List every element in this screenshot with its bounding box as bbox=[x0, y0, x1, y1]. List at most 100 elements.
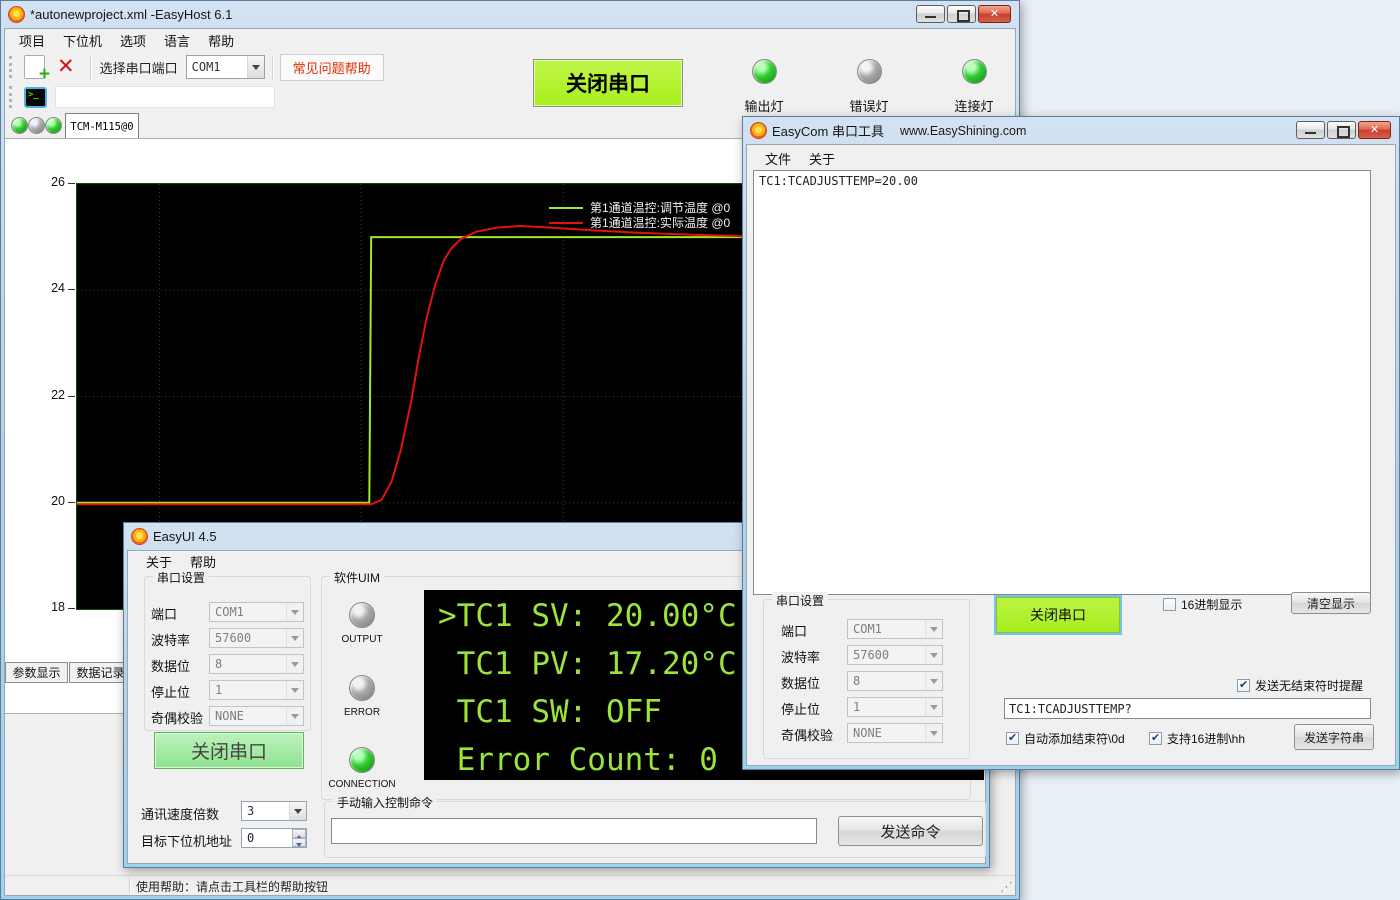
chevron-down-icon bbox=[286, 603, 303, 621]
close-button[interactable] bbox=[1358, 121, 1391, 139]
hex-display-label: 16进制显示 bbox=[1181, 596, 1242, 613]
baud-select[interactable]: 57600 bbox=[847, 645, 943, 665]
menu-language[interactable]: 语言 bbox=[155, 29, 199, 52]
software-uim-title: 软件UIM bbox=[330, 569, 384, 586]
app-sun-icon bbox=[751, 123, 766, 138]
hex-display-checkbox[interactable]: 16进制显示 bbox=[1163, 596, 1242, 613]
checkbox-box-icon bbox=[1163, 598, 1176, 611]
toolbar-grip-icon[interactable] bbox=[9, 86, 14, 108]
legend-label: 第1通道温控:实际温度 @0 bbox=[590, 214, 730, 231]
delete-icon[interactable]: ✕ bbox=[57, 55, 75, 79]
close-serial-port-button[interactable]: 关闭串口 bbox=[533, 59, 683, 107]
legend-line-swatch bbox=[549, 207, 583, 209]
spin-down-icon[interactable] bbox=[292, 838, 306, 847]
close-serial-port-button[interactable]: 关闭串口 bbox=[154, 732, 304, 769]
tab-parameter-display[interactable]: 参数显示 bbox=[5, 662, 68, 683]
manual-command-input[interactable] bbox=[331, 818, 817, 844]
easyhost-titlebar[interactable]: *autonewproject.xml -EasyHost 6.1 bbox=[1, 1, 1019, 28]
databits-select[interactable]: 8 bbox=[847, 671, 943, 691]
port-value: COM1 bbox=[853, 622, 882, 636]
parity-label: 奇偶校验 bbox=[781, 725, 833, 744]
baud-select[interactable]: 57600 bbox=[209, 628, 304, 648]
parity-select[interactable]: NONE bbox=[209, 706, 304, 726]
tab-led-icon bbox=[45, 117, 62, 134]
chevron-down-icon bbox=[925, 646, 942, 664]
resize-grip-icon[interactable] bbox=[1000, 879, 1013, 895]
databits-value: 8 bbox=[853, 674, 860, 688]
comm-speed-select[interactable]: 3 bbox=[241, 801, 307, 821]
menu-about[interactable]: 关于 bbox=[800, 147, 844, 170]
clear-display-button[interactable]: 清空显示 bbox=[1291, 592, 1371, 614]
tab-led-icon bbox=[28, 117, 45, 134]
send-string-input[interactable] bbox=[1004, 698, 1371, 719]
chevron-down-icon bbox=[286, 655, 303, 673]
easycom-window: EasyCom 串口工具 www.EasyShining.com 文件 关于 T… bbox=[742, 116, 1400, 770]
y-tick-mark bbox=[68, 289, 75, 290]
y-tick-mark bbox=[68, 502, 75, 503]
terminal-icon[interactable] bbox=[24, 87, 47, 108]
secondary-toolbar bbox=[5, 84, 405, 110]
menu-help[interactable]: 帮助 bbox=[199, 29, 243, 52]
y-tick-label: 22 bbox=[29, 388, 65, 402]
y-tick-label: 18 bbox=[29, 600, 65, 614]
stopbits-select[interactable]: 1 bbox=[209, 680, 304, 700]
maximize-button[interactable] bbox=[1327, 121, 1356, 139]
y-tick-label: 24 bbox=[29, 281, 65, 295]
hex-support-checkbox[interactable]: 支持16进制\hh bbox=[1149, 730, 1245, 747]
menu-options[interactable]: 选项 bbox=[111, 29, 155, 52]
target-address-stepper[interactable]: 0 bbox=[241, 828, 307, 848]
y-tick-mark bbox=[68, 608, 75, 609]
stopbits-label: 停止位 bbox=[151, 682, 190, 701]
chevron-down-icon bbox=[925, 672, 942, 690]
remind-no-terminator-checkbox[interactable]: 发送无结束符时提醒 bbox=[1237, 677, 1363, 694]
stopbits-select[interactable]: 1 bbox=[847, 697, 943, 717]
serial-log-textarea[interactable]: TC1:TCADJUSTTEMP=20.00 bbox=[753, 170, 1371, 595]
legend-item: 第1通道温控:调节温度 @0 bbox=[549, 200, 730, 215]
toolbar-grip-icon[interactable] bbox=[9, 56, 14, 78]
com-port-select[interactable]: COM1 bbox=[186, 55, 265, 79]
faq-help-button[interactable]: 常见问题帮助 bbox=[280, 54, 384, 81]
checkbox-box-icon bbox=[1149, 732, 1162, 745]
menu-file[interactable]: 文件 bbox=[756, 147, 800, 170]
y-tick-label: 26 bbox=[29, 175, 65, 189]
menu-slave[interactable]: 下位机 bbox=[54, 29, 111, 52]
databits-value: 8 bbox=[215, 657, 222, 671]
comm-speed-label: 通讯速度倍数 bbox=[141, 804, 219, 823]
minimize-button[interactable] bbox=[1296, 121, 1325, 139]
chevron-down-icon bbox=[286, 681, 303, 699]
port-select[interactable]: COM1 bbox=[847, 619, 943, 639]
com-port-value: COM1 bbox=[192, 60, 221, 74]
y-tick-mark bbox=[68, 396, 75, 397]
baud-value: 57600 bbox=[853, 648, 889, 662]
spin-up-icon[interactable] bbox=[292, 829, 306, 838]
send-string-button[interactable]: 发送字符串 bbox=[1294, 724, 1374, 750]
auto-terminator-label: 自动添加结束符\0d bbox=[1024, 730, 1125, 747]
close-serial-port-button[interactable]: 关闭串口 bbox=[994, 595, 1122, 635]
legend-line-swatch bbox=[549, 222, 583, 224]
output-led-icon bbox=[349, 602, 375, 628]
databits-select[interactable]: 8 bbox=[209, 654, 304, 674]
connect-light-label: 连接灯 bbox=[936, 96, 1012, 115]
databits-label: 数据位 bbox=[151, 656, 190, 675]
target-address-label: 目标下位机地址 bbox=[141, 831, 232, 850]
new-project-icon[interactable] bbox=[24, 55, 45, 79]
chevron-down-icon bbox=[286, 629, 303, 647]
send-command-button[interactable]: 发送命令 bbox=[838, 816, 983, 846]
device-tab-tcm-m115[interactable]: TCM-M115@0 bbox=[65, 113, 139, 139]
chevron-down-icon bbox=[247, 56, 264, 78]
chart-legend: 第1通道温控:调节温度 @0 第1通道温控:实际温度 @0 bbox=[549, 200, 730, 230]
easyhost-menubar: 项目 下位机 选项 语言 帮助 bbox=[10, 29, 243, 51]
maximize-button[interactable] bbox=[947, 5, 976, 23]
auto-terminator-checkbox[interactable]: 自动添加结束符\0d bbox=[1006, 730, 1125, 747]
parity-select[interactable]: NONE bbox=[847, 723, 943, 743]
easyhost-title: *autonewproject.xml -EasyHost 6.1 bbox=[30, 7, 232, 22]
main-toolbar: ✕ 选择串口端口 COM1 常见问题帮助 bbox=[5, 51, 525, 83]
error-led-label: ERROR bbox=[317, 707, 407, 718]
port-select[interactable]: COM1 bbox=[209, 602, 304, 622]
close-button[interactable] bbox=[978, 5, 1011, 23]
checkbox-box-icon bbox=[1006, 732, 1019, 745]
menu-project[interactable]: 项目 bbox=[10, 29, 54, 52]
stopbits-value: 1 bbox=[853, 700, 860, 714]
legend-item: 第1通道温控:实际温度 @0 bbox=[549, 215, 730, 230]
minimize-button[interactable] bbox=[916, 5, 945, 23]
